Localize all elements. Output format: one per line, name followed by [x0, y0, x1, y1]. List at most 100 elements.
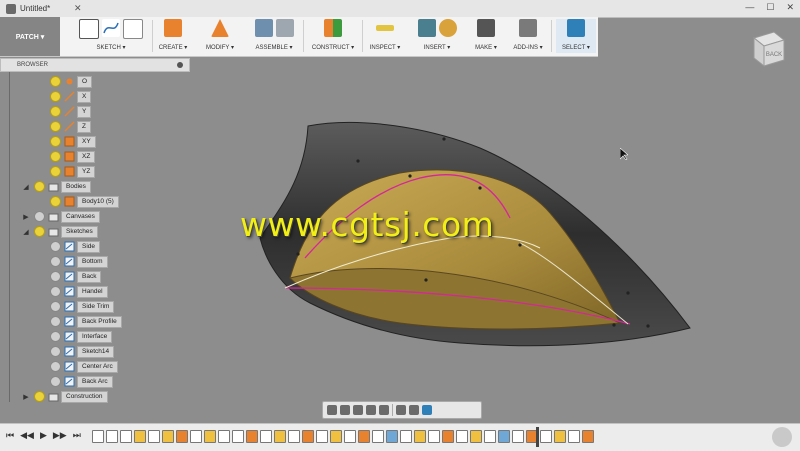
maximize-icon[interactable]: ☐ [766, 2, 774, 13]
close-tab-icon[interactable]: ✕ [74, 3, 82, 14]
timeline-feature-icon[interactable] [428, 430, 440, 443]
visibility-bulb-icon[interactable] [50, 346, 61, 357]
spline-icon[interactable] [102, 19, 120, 37]
viewports-icon[interactable] [422, 405, 432, 415]
pan-icon[interactable] [353, 405, 363, 415]
timeline-feature-icon[interactable] [484, 430, 496, 443]
visibility-bulb-icon[interactable] [34, 391, 45, 402]
visibility-bulb-icon[interactable] [50, 301, 61, 312]
visibility-bulb-icon[interactable] [50, 286, 61, 297]
timeline-feature-icon[interactable] [162, 430, 174, 443]
visibility-bulb-icon[interactable] [50, 376, 61, 387]
visibility-bulb-icon[interactable] [50, 151, 61, 162]
document-tab[interactable]: Untitled* [6, 0, 96, 17]
timeline-feature-icon[interactable] [246, 430, 258, 443]
timeline-feature-icon[interactable] [372, 430, 384, 443]
timeline-feature-icon[interactable] [358, 430, 370, 443]
visibility-bulb-icon[interactable] [50, 196, 61, 207]
collapse-arrow-icon[interactable]: ◢ [22, 183, 30, 191]
minimize-icon[interactable]: — [745, 2, 754, 13]
timeline-feature-icon[interactable] [204, 430, 216, 443]
modify-group[interactable]: MODIFY ▾ [200, 19, 240, 53]
collapse-arrow-icon[interactable]: ◢ [22, 228, 30, 236]
visibility-bulb-icon[interactable] [50, 91, 61, 102]
browser-sketch-back-profile[interactable]: Back Profile [46, 315, 122, 328]
patch-surface-icon[interactable] [164, 19, 182, 37]
visibility-bulb-icon[interactable] [50, 256, 61, 267]
browser-sketch-sketch14[interactable]: Sketch14 [46, 345, 115, 358]
browser-item-yz-plane[interactable]: YZ [46, 165, 96, 178]
expand-arrow-icon[interactable]: ▶ [22, 393, 30, 401]
timeline-features[interactable] [92, 430, 594, 443]
timeline-feature-icon[interactable] [330, 430, 342, 443]
browser-item-x-axis[interactable]: X [46, 90, 92, 103]
timeline-feature-icon[interactable] [92, 430, 104, 443]
browser-item-z-axis[interactable]: Z [46, 120, 91, 133]
browser-item-body[interactable]: Body10 (5) [46, 195, 119, 208]
go-to-end-icon[interactable]: ⏭ [73, 430, 81, 441]
visibility-bulb-icon[interactable] [50, 166, 61, 177]
browser-sketch-back[interactable]: Back [46, 270, 102, 283]
timeline-feature-icon[interactable] [400, 430, 412, 443]
timeline-feature-icon[interactable] [568, 430, 580, 443]
browser-item-y-axis[interactable]: Y [46, 105, 92, 118]
visibility-bulb-icon[interactable] [50, 241, 61, 252]
browser-item-xy-plane[interactable]: XY [46, 135, 96, 148]
create-sketch-icon[interactable] [79, 19, 99, 39]
visibility-bulb-icon[interactable] [50, 121, 61, 132]
timeline-feature-icon[interactable] [274, 430, 286, 443]
visibility-bulb-icon[interactable] [50, 361, 61, 372]
select-cursor-icon[interactable] [567, 19, 585, 37]
timeline-feature-icon[interactable] [386, 430, 398, 443]
scripts-icon[interactable] [519, 19, 537, 37]
construct-group[interactable]: CONSTRUCT ▾ [306, 19, 360, 53]
step-back-icon[interactable]: ◀◀ [20, 430, 34, 441]
create-group[interactable]: CREATE ▾ [156, 19, 190, 53]
timeline-feature-icon[interactable] [498, 430, 510, 443]
display-settings-icon[interactable] [396, 405, 406, 415]
browser-header[interactable]: BROWSER [0, 58, 190, 72]
make-group[interactable]: MAKE ▾ [472, 19, 500, 53]
add-ins-group[interactable]: ADD-INS ▾ [508, 19, 548, 53]
look-at-icon[interactable] [340, 405, 350, 415]
browser-sketch-handel[interactable]: Handel [46, 285, 108, 298]
insert-group[interactable]: INSERT ▾ [412, 19, 462, 53]
timeline-feature-icon[interactable] [260, 430, 272, 443]
timeline-feature-icon[interactable] [456, 430, 468, 443]
visibility-bulb-icon[interactable] [50, 331, 61, 342]
timeline-feature-icon[interactable] [148, 430, 160, 443]
insert-mesh-icon[interactable] [438, 19, 457, 37]
step-forward-icon[interactable]: ▶▶ [53, 430, 67, 441]
timeline-feature-icon[interactable] [540, 430, 552, 443]
visibility-bulb-icon[interactable] [50, 316, 61, 327]
sketch-group[interactable]: SKETCH ▾ [72, 19, 150, 53]
rectangle-icon[interactable] [123, 19, 143, 39]
timeline-feature-icon[interactable] [106, 430, 118, 443]
timeline-feature-icon[interactable] [120, 430, 132, 443]
timeline-feature-icon[interactable] [190, 430, 202, 443]
browser-item-xz-plane[interactable]: XZ [46, 150, 96, 163]
browser-item-origin-point[interactable]: O [46, 75, 93, 88]
visibility-bulb-icon[interactable] [50, 106, 61, 117]
browser-folder-construction[interactable]: ▶ Construction [22, 390, 108, 403]
timeline-feature-icon[interactable] [554, 430, 566, 443]
browser-sketch-side[interactable]: Side [46, 240, 101, 253]
expand-arrow-icon[interactable]: ▶ [22, 213, 30, 221]
browser-sketch-interface[interactable]: Interface [46, 330, 113, 343]
browser-sketch-back-arc[interactable]: Back Arc [46, 375, 113, 388]
timeline-feature-icon[interactable] [232, 430, 244, 443]
timeline-feature-icon[interactable] [414, 430, 426, 443]
go-to-start-icon[interactable]: ⏮ [6, 430, 14, 441]
timeline-feature-icon[interactable] [134, 430, 146, 443]
timeline-feature-icon[interactable] [442, 430, 454, 443]
visibility-bulb-icon[interactable] [50, 271, 61, 282]
orbit-icon[interactable] [327, 405, 337, 415]
select-group[interactable]: SELECT ▾ [556, 19, 596, 53]
grid-settings-icon[interactable] [409, 405, 419, 415]
view-cube[interactable]: BACK [748, 28, 788, 68]
zoom-icon[interactable] [366, 405, 376, 415]
timeline-feature-icon[interactable] [316, 430, 328, 443]
visibility-bulb-icon[interactable] [34, 211, 45, 222]
browser-folder-bodies[interactable]: ◢ Bodies [22, 180, 91, 193]
workspace-switcher[interactable]: PATCH ▾ [0, 17, 60, 56]
